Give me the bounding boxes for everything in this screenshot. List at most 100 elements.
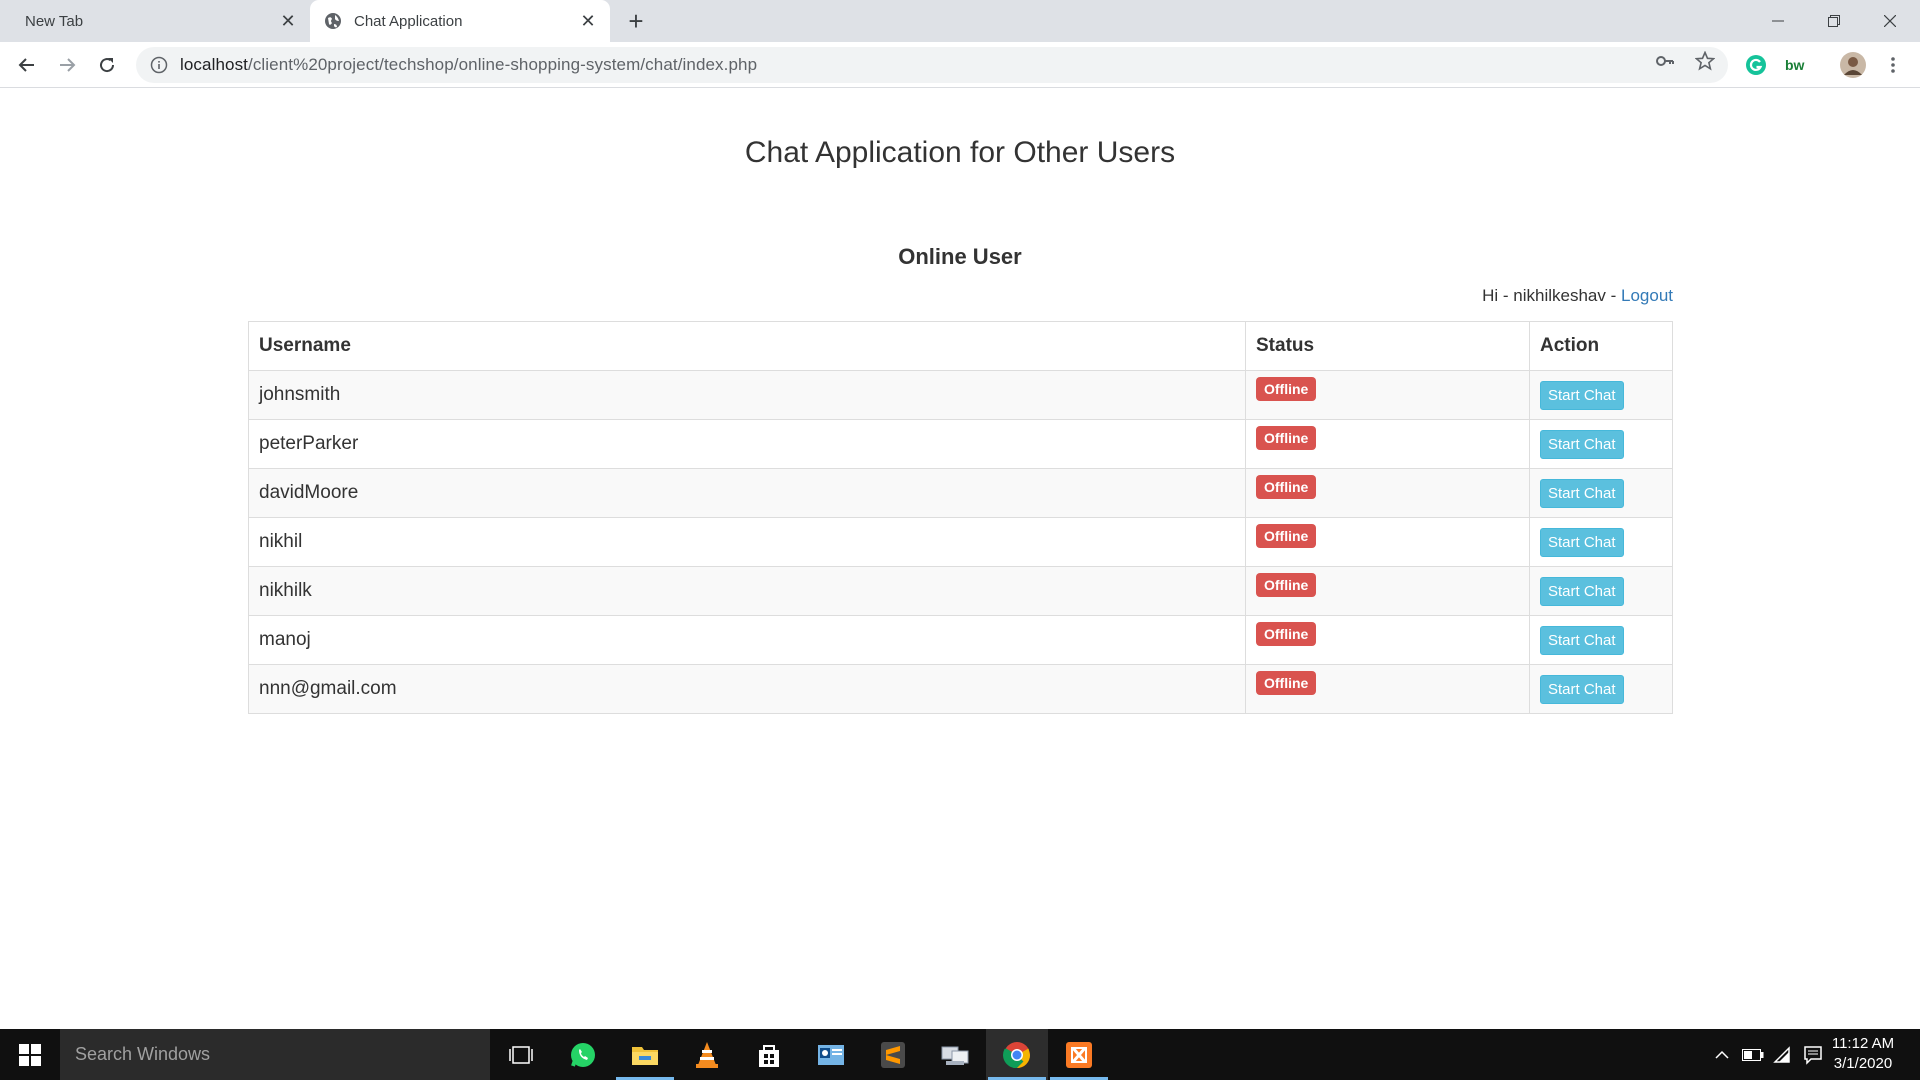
browser-tab-strip: New Tab ✕ Chat Application ✕ +	[0, 0, 1920, 42]
extension-bw-icon[interactable]: bw	[1783, 52, 1809, 78]
forward-button[interactable]	[51, 49, 83, 81]
back-arrow-icon	[18, 58, 34, 72]
status-cell: Offline	[1245, 566, 1530, 616]
logout-link[interactable]: Logout	[1621, 286, 1673, 305]
vlc-icon[interactable]	[676, 1029, 738, 1080]
url-host: localhost	[180, 55, 248, 74]
wifi-icon[interactable]	[1770, 1029, 1796, 1080]
status-cell: Offline	[1245, 517, 1530, 567]
close-window-button[interactable]	[1862, 0, 1918, 42]
chevron-up-icon[interactable]	[1710, 1029, 1734, 1080]
notification-icon[interactable]	[1800, 1029, 1826, 1080]
page-title: Chat Application for Other Users	[744, 136, 1176, 169]
back-button[interactable]	[11, 49, 43, 81]
reload-icon	[100, 58, 115, 73]
username-cell: nikhil	[248, 517, 1246, 567]
task-view-icon[interactable]	[490, 1029, 552, 1080]
start-chat-button[interactable]: Start Chat	[1540, 625, 1624, 655]
column-header-action: Action	[1529, 321, 1673, 371]
status-badge: Offline	[1256, 475, 1317, 499]
username-cell: nikhilk	[248, 566, 1246, 616]
restore-button[interactable]	[1806, 0, 1862, 42]
info-icon[interactable]	[150, 56, 168, 74]
key-icon[interactable]	[1654, 50, 1676, 72]
username-cell: peterParker	[248, 419, 1246, 469]
url-path: /client%20project/techshop/online-shoppi…	[248, 55, 758, 74]
svg-text:bw: bw	[1785, 57, 1805, 73]
tab-title: New Tab	[25, 12, 84, 30]
page-content: Chat Application for Other Users Online …	[0, 88, 1920, 1029]
table-row: nikhil Offline Start Chat	[248, 517, 1673, 567]
table-row: davidMoore Offline Start Chat	[248, 468, 1673, 518]
minimize-icon	[1772, 20, 1784, 22]
status-cell: Offline	[1245, 664, 1530, 714]
table-row: johnsmith Offline Start Chat	[248, 370, 1673, 420]
status-cell: Offline	[1245, 468, 1530, 518]
star-icon[interactable]	[1694, 50, 1716, 72]
start-button[interactable]	[0, 1029, 60, 1080]
grammarly-icon[interactable]	[1743, 52, 1769, 78]
restore-icon	[1828, 15, 1840, 27]
column-header-username: Username	[248, 321, 1246, 371]
tab-new-tab[interactable]: New Tab ✕	[0, 0, 310, 42]
status-badge: Offline	[1256, 622, 1317, 646]
start-chat-button[interactable]: Start Chat	[1540, 576, 1624, 606]
forward-arrow-icon	[60, 58, 76, 72]
status-badge: Offline	[1256, 671, 1317, 695]
sublime-text-icon[interactable]	[862, 1029, 924, 1080]
windows-search-input[interactable]: Search Windows	[60, 1029, 490, 1080]
start-chat-button[interactable]: Start Chat	[1540, 380, 1624, 410]
table-row: manoj Offline Start Chat	[248, 615, 1673, 665]
chrome-icon[interactable]	[986, 1029, 1048, 1080]
close-icon[interactable]: ✕	[278, 11, 298, 31]
status-cell: Offline	[1245, 370, 1530, 420]
username-cell: davidMoore	[248, 468, 1246, 518]
username-cell: manoj	[248, 615, 1246, 665]
table-row: nikhilk Offline Start Chat	[248, 566, 1673, 616]
start-chat-button[interactable]: Start Chat	[1540, 429, 1624, 459]
xampp-icon[interactable]	[1048, 1029, 1110, 1080]
new-tab-button[interactable]: +	[622, 8, 650, 36]
kebab-menu-icon[interactable]	[1880, 52, 1906, 78]
status-badge: Offline	[1256, 426, 1317, 450]
status-badge: Offline	[1256, 524, 1317, 548]
users-table: Username Status Action johnsmith Offline…	[248, 321, 1673, 714]
tab-chat-application[interactable]: Chat Application ✕	[310, 0, 610, 42]
battery-icon[interactable]	[1740, 1029, 1766, 1080]
status-badge: Offline	[1256, 573, 1317, 597]
windows-taskbar: Search Windows 11:12 AM 3/1/2020	[0, 1029, 1920, 1080]
action-cell: Start Chat	[1529, 615, 1673, 665]
start-chat-button[interactable]: Start Chat	[1540, 674, 1624, 704]
action-cell: Start Chat	[1529, 370, 1673, 420]
start-chat-button[interactable]: Start Chat	[1540, 478, 1624, 508]
outlook-icon[interactable]	[800, 1029, 862, 1080]
clock-time: 11:12 AM	[1831, 1035, 1895, 1052]
taskbar-clock[interactable]: 11:12 AM 3/1/2020	[1830, 1034, 1896, 1074]
store-icon[interactable]	[738, 1029, 800, 1080]
status-badge: Offline	[1256, 377, 1317, 401]
windows-logo-icon	[19, 1043, 41, 1066]
clock-date: 3/1/2020	[1833, 1055, 1893, 1072]
file-explorer-icon[interactable]	[614, 1029, 676, 1080]
username-cell: nnn@gmail.com	[248, 664, 1246, 714]
start-chat-button[interactable]: Start Chat	[1540, 527, 1624, 557]
address-bar[interactable]: localhost/client%20project/techshop/onli…	[136, 47, 1728, 83]
section-title: Online User	[898, 244, 1022, 269]
action-cell: Start Chat	[1529, 566, 1673, 616]
table-header-row: Username Status Action	[248, 321, 1673, 371]
search-placeholder: Search Windows	[75, 1044, 211, 1064]
profile-avatar[interactable]	[1840, 52, 1866, 78]
whatsapp-icon[interactable]	[552, 1029, 614, 1080]
status-cell: Offline	[1245, 615, 1530, 665]
browser-toolbar: localhost/client%20project/techshop/onli…	[0, 42, 1920, 88]
close-icon[interactable]: ✕	[578, 11, 598, 31]
globe-icon	[324, 12, 342, 30]
minimize-button[interactable]	[1750, 0, 1806, 42]
column-header-status: Status	[1245, 321, 1530, 371]
status-cell: Offline	[1245, 419, 1530, 469]
reload-button[interactable]	[91, 49, 123, 81]
tab-title: Chat Application	[354, 12, 463, 30]
url-text: localhost/client%20project/techshop/onli…	[180, 55, 757, 75]
user-greeting: Hi - nikhilkeshav - Logout	[1482, 286, 1673, 306]
network-icon[interactable]	[924, 1029, 986, 1080]
